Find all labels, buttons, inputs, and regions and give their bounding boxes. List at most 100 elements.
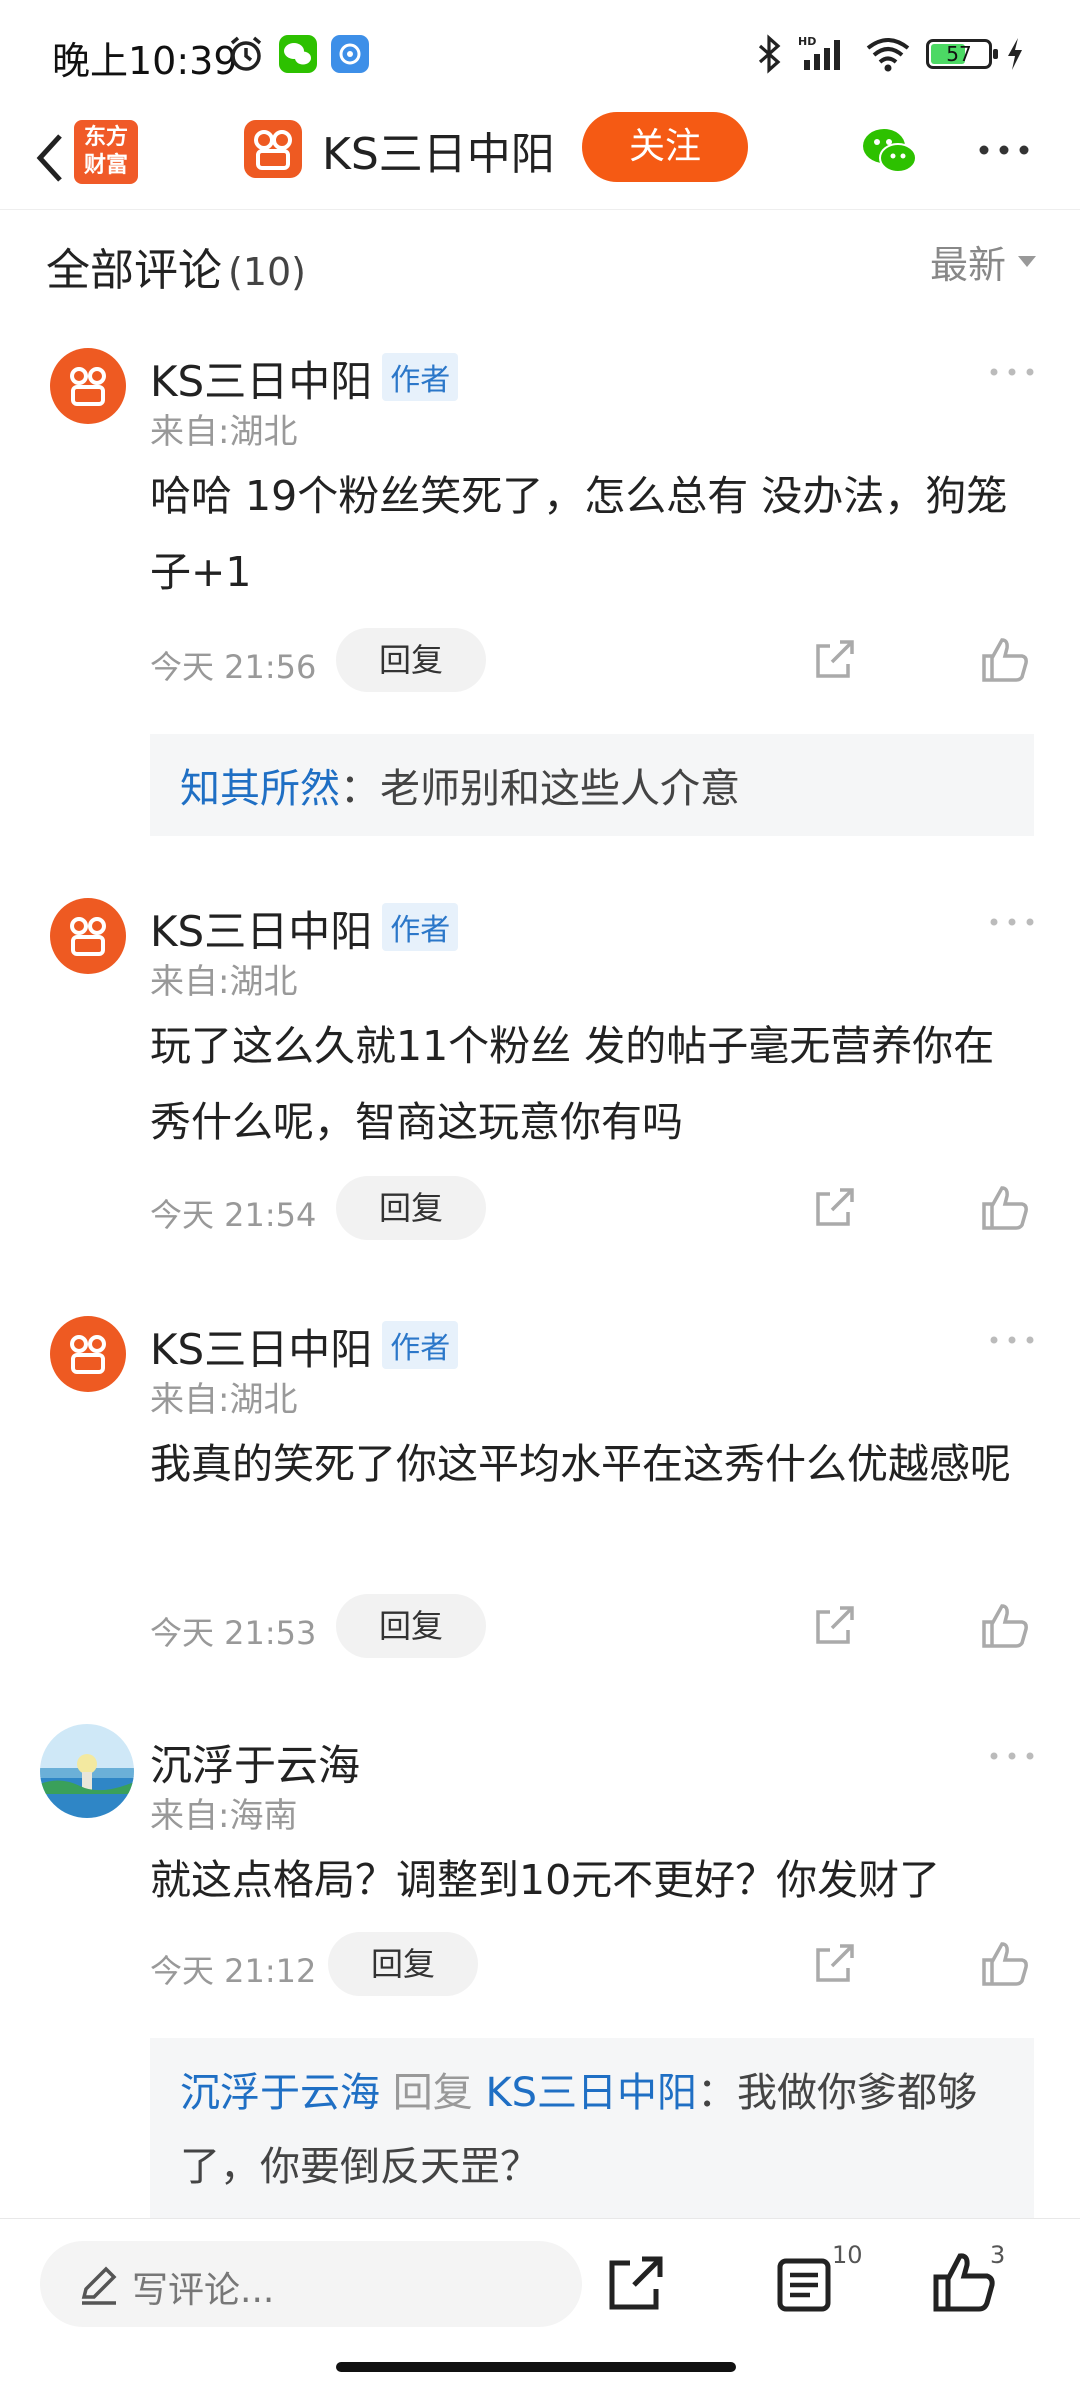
comment-location: 来自:湖北 — [150, 412, 298, 452]
thumbs-up-icon[interactable] — [932, 2251, 996, 2315]
avatar[interactable] — [40, 1724, 134, 1818]
comment-item: KS三日中阳 作者 来自:湖北 玩了这么久就11个粉丝 发的帖子毫无营养你在秀什么… — [0, 898, 1080, 1258]
share-icon[interactable] — [810, 1602, 858, 1650]
comment-time: 今天 21:53 — [150, 1614, 317, 1652]
comment-text: 我真的笑死了你这平均水平在这秀什么优越感呢 — [150, 1440, 1011, 1488]
more-options-icon[interactable] — [972, 130, 1036, 170]
battery-level: 57 — [946, 42, 972, 66]
battery-indicator: 57 — [926, 39, 998, 69]
avatar[interactable] — [50, 348, 126, 424]
comment-location: 来自:湖北 — [150, 962, 298, 1002]
comment-text: 哈哈 19个粉丝笑死了，怎么总有 没办法，狗笼子+1 — [150, 472, 1008, 596]
nav-bar: 东方 财富 KS三日中阳 关注 — [0, 110, 1080, 210]
status-time: 晚上10:39 — [52, 39, 238, 83]
landscape-avatar-icon — [40, 1724, 134, 1818]
app-notification-icon — [331, 35, 369, 73]
page-title: KS三日中阳 — [322, 129, 555, 180]
avatar[interactable] — [50, 1316, 126, 1392]
sub-reply-author[interactable]: 沉浮于云海 — [180, 2070, 380, 2116]
share-icon[interactable] — [810, 1940, 858, 1988]
kuaishou-avatar-icon — [70, 1335, 106, 1374]
app-logo-line1: 东方 — [83, 125, 128, 150]
comment-item: 沉浮于云海 来自:海南 就这点格局？调整到10元不更好？你发财了 今天 21:1… — [0, 1724, 1080, 2218]
share-icon[interactable] — [606, 2253, 666, 2313]
bluetooth-icon — [758, 34, 781, 74]
comment-list-icon[interactable] — [774, 2255, 834, 2315]
bottom-bar: 写评论... 10 3 — [0, 2218, 1080, 2400]
more-options-icon[interactable] — [988, 912, 1036, 932]
signal-icon: HD — [798, 35, 840, 70]
thumbs-up-icon[interactable] — [980, 1940, 1030, 1988]
charging-icon — [1008, 38, 1022, 70]
reply-button[interactable]: 回复 — [336, 1176, 486, 1240]
app-logo[interactable]: 东方 财富 — [74, 120, 138, 184]
sub-reply-verb: 回复 — [392, 2070, 473, 2116]
reply-button[interactable]: 回复 — [328, 1932, 478, 1996]
chevron-left-icon — [36, 134, 62, 182]
comment-time: 今天 21:56 — [150, 648, 317, 686]
thumbs-up-icon[interactable] — [980, 1602, 1030, 1650]
sub-reply-target[interactable]: KS三日中阳 — [485, 2070, 697, 2116]
comment-author[interactable]: KS三日中阳 作者 — [150, 898, 459, 959]
reply-button[interactable]: 回复 — [336, 628, 486, 692]
back-button[interactable] — [20, 128, 80, 188]
comments-count: (10) — [228, 250, 307, 294]
comment-time: 今天 21:54 — [150, 1196, 317, 1234]
caret-down-icon — [1018, 256, 1036, 267]
comment-item: KS三日中阳 作者 来自:湖北 哈哈 19个粉丝笑死了，怎么总有 没办法，狗笼子+… — [0, 348, 1080, 838]
comment-footer: 今天 21:56 回复 — [150, 628, 1040, 692]
comment-text: 就这点格局？调整到10元不更好？你发财了 — [150, 1856, 941, 1904]
home-indicator[interactable] — [336, 2362, 736, 2372]
sub-reply[interactable]: 沉浮于云海 回复 KS三日中阳：我做你爹都够了，你要倒反天罡？ — [150, 2038, 1034, 2218]
comment-location: 来自:海南 — [150, 1796, 298, 1836]
comment-footer: 今天 21:53 回复 — [150, 1594, 1040, 1658]
comments-header: 全部评论 (10) 最新 — [0, 210, 1080, 310]
thumbs-up-icon[interactable] — [980, 1184, 1030, 1232]
status-right: HD 57 — [754, 34, 1024, 74]
write-comment-placeholder: 写评论... — [132, 2270, 275, 2311]
reply-button[interactable]: 回复 — [336, 1594, 486, 1658]
author-badge: 作者 — [382, 1321, 459, 1369]
comments-title-text: 全部评论 — [46, 245, 222, 296]
sort-label: 最新 — [929, 243, 1006, 287]
svg-text:HD: HD — [798, 35, 816, 48]
alarm-icon — [230, 36, 262, 71]
comment-footer: 今天 21:54 回复 — [150, 1176, 1040, 1240]
comment-author[interactable]: KS三日中阳 作者 — [150, 348, 459, 409]
comment-author[interactable]: 沉浮于云海 — [150, 1732, 360, 1793]
wechat-share-icon[interactable] — [858, 120, 922, 184]
kuaishou-avatar-icon — [70, 367, 106, 406]
app-logo-line2: 财富 — [83, 153, 128, 178]
likes-count-badge: 3 — [990, 2241, 1006, 2269]
comment-time: 今天 21:12 — [150, 1952, 317, 1990]
comment-author-name: KS三日中阳 — [150, 907, 373, 956]
kuaishou-avatar-icon — [70, 917, 106, 956]
comment-text: 玩了这么久就11个粉丝 发的帖子毫无营养你在秀什么呢，智商这玩意你有吗 — [150, 1022, 995, 1146]
author-badge: 作者 — [382, 903, 459, 951]
author-badge: 作者 — [382, 353, 459, 401]
share-icon[interactable] — [810, 1184, 858, 1232]
pencil-icon — [81, 2266, 117, 2305]
thumbs-up-icon[interactable] — [980, 636, 1030, 684]
avatar[interactable] — [50, 898, 126, 974]
comments-count-badge: 10 — [832, 2241, 863, 2269]
comment-author-name: KS三日中阳 — [150, 357, 373, 406]
write-comment-input[interactable]: 写评论... — [40, 2241, 582, 2327]
comments-title: 全部评论 (10) — [46, 234, 306, 298]
comment-author-name: KS三日中阳 — [150, 1325, 373, 1374]
more-options-icon[interactable] — [988, 1330, 1036, 1350]
comment-location: 来自:湖北 — [150, 1380, 298, 1420]
sub-reply-author[interactable]: 知其所然 — [180, 766, 340, 812]
sub-reply[interactable]: 知其所然：老师别和这些人介意 — [150, 734, 1034, 836]
share-icon[interactable] — [810, 636, 858, 684]
more-options-icon[interactable] — [988, 1746, 1036, 1766]
wechat-app-icon — [279, 35, 317, 73]
comment-author[interactable]: KS三日中阳 作者 — [150, 1316, 459, 1377]
sort-dropdown[interactable]: 最新 — [930, 234, 1036, 289]
comment-footer: 今天 21:12 回复 — [150, 1932, 1040, 1996]
sub-reply-text: ：老师别和这些人介意 — [340, 766, 740, 812]
kuaishou-avatar-icon[interactable] — [244, 120, 302, 178]
more-options-icon[interactable] — [988, 362, 1036, 382]
follow-button[interactable]: 关注 — [582, 112, 748, 182]
status-bar: 晚上10:39 HD 57 — [0, 0, 1080, 110]
